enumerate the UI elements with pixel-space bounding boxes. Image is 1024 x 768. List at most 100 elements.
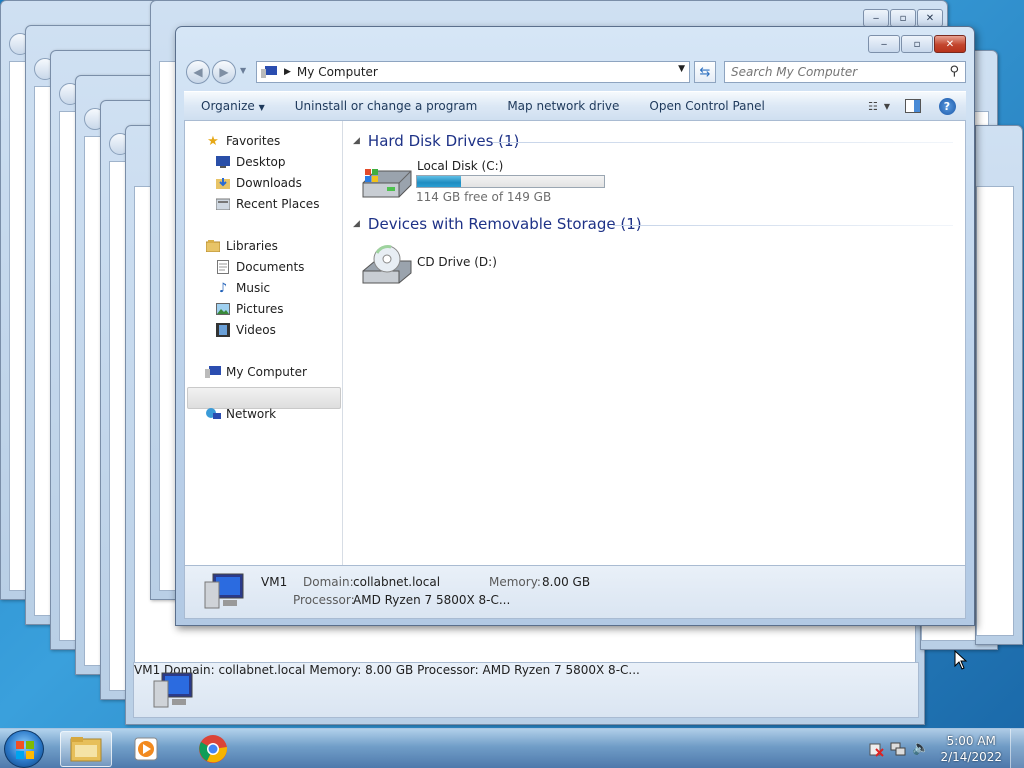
desktop-icon [215,154,231,170]
media-player-icon [134,737,158,761]
forward-button[interactable]: ▶ [212,60,236,84]
bg-close-button[interactable]: ✕ [917,9,943,27]
memory-value: 8.00 GB [542,575,591,589]
search-input[interactable] [725,62,935,82]
downloads-folder-icon [215,175,231,191]
help-icon: ? [938,97,956,115]
disk-usage-bar [416,175,605,188]
videos-icon [215,322,231,338]
nav-item-favorites[interactable]: ★ Favorites [205,133,280,149]
disk-free-space: 114 GB free of 149 GB [416,190,552,204]
cd-drive-name: CD Drive (D:) [417,255,497,269]
uninstall-program-button[interactable]: Uninstall or change a program [280,99,493,113]
close-button[interactable]: ✕ [934,35,966,53]
show-desktop-button[interactable] [1010,729,1024,768]
system-tray: 🔈 5:00 AM 2/14/2022 [854,729,1024,768]
navigation-pane: ★ Favorites Desktop Downloads Recent Plac… [185,121,343,565]
collapse-triangle-icon[interactable]: ◢ [353,219,360,229]
clock-date: 2/14/2022 [940,750,1002,764]
processor-label: Processor: [417,663,479,677]
background-details-pane: VM1 Domain: collabnet.local Memory: 8.00… [133,662,919,718]
libraries-icon [205,238,221,254]
recent-places-icon [215,196,231,212]
hard-disk-drives-header[interactable]: ◢ Hard Disk Drives (1) [353,132,519,150]
action-center-icon[interactable] [868,741,884,757]
star-icon: ★ [207,133,219,149]
maximize-button[interactable]: ▫ [901,35,933,53]
mouse-cursor-icon [954,650,968,670]
back-button[interactable]: ◀ [186,60,210,84]
hard-disk-icon [362,169,412,198]
minimize-button[interactable]: ‒ [868,35,900,53]
address-bar[interactable]: ▶ My Computer ▼ [256,61,690,83]
collapse-triangle-icon[interactable]: ◢ [353,136,360,146]
taskbar-chrome-button[interactable] [187,731,239,767]
command-bar: Organize ▼ Uninstall or change a program… [184,91,966,121]
documents-icon [215,259,231,275]
section-divider [613,225,953,226]
computer-name: VM1 [261,575,288,589]
nav-item-libraries[interactable]: Libraries [205,238,278,254]
disk-usage-fill [417,176,461,187]
nav-item-network[interactable]: Network [205,406,276,422]
nav-item-music[interactable]: ♪ Music [215,280,270,296]
search-box[interactable]: ⚲ [724,61,966,83]
caption-buttons: ‒ ▫ ✕ [867,35,966,53]
windows-logo-icon [16,741,34,759]
clock[interactable]: 5:00 AM 2/14/2022 [940,733,1002,765]
pictures-icon [215,301,231,317]
taskbar-explorer-button[interactable] [60,731,112,767]
volume-icon[interactable]: 🔈 [912,740,929,756]
preview-pane-icon[interactable] [902,96,924,116]
nav-item-videos[interactable]: Videos [215,322,276,338]
memory-label: Memory: [309,663,362,677]
memory-label: Memory: [489,575,541,589]
organize-button[interactable]: Organize ▼ [184,99,280,113]
help-button[interactable]: ? [936,96,958,116]
processor-value: AMD Ryzen 7 5800X 8-C... [482,663,640,677]
map-network-drive-button[interactable]: Map network drive [492,99,634,113]
bg-maximize-button[interactable]: ▫ [890,9,916,27]
details-pane: VM1 Domain: collabnet.local Memory: 8.00… [184,565,966,619]
background-window-9[interactable] [975,125,1023,645]
taskbar: 🔈 5:00 AM 2/14/2022 [0,728,1024,768]
processor-value: AMD Ryzen 7 5800X 8-C... [353,593,511,607]
change-view-icon[interactable]: ☷ ▼ [868,96,890,116]
nav-item-pictures[interactable]: Pictures [215,301,284,317]
explorer-window[interactable]: ‒ ▫ ✕ ◀ ▶ ▼ ▶ My Computer ▼ ⇆ ⚲ Organize… [175,26,975,626]
nav-item-desktop[interactable]: Desktop [215,154,286,170]
breadcrumb-my-computer[interactable]: My Computer [297,65,378,79]
content-pane: ◢ Hard Disk Drives (1) Local Disk (C:) 11… [343,121,965,565]
computer-icon [205,364,221,380]
explorer-body: ★ Favorites Desktop Downloads Recent Plac… [184,121,966,565]
removable-storage-header[interactable]: ◢ Devices with Removable Storage (1) [353,215,642,233]
nav-item-downloads[interactable]: Downloads [215,175,302,191]
nav-item-recent-places[interactable]: Recent Places [215,196,319,212]
folder-icon [70,737,102,762]
breadcrumb-arrow-icon[interactable]: ▶ [284,67,291,77]
recent-pages-icon[interactable]: ▼ [240,66,246,75]
memory-value: 8.00 GB [365,663,414,677]
address-row: ◀ ▶ ▼ ▶ My Computer ▼ ⇆ ⚲ [184,59,966,85]
nav-item-documents[interactable]: Documents [215,259,304,275]
domain-value: collabnet.local [218,663,306,677]
computer-icon [261,66,277,78]
bg-minimize-button[interactable]: ‒ [863,9,889,27]
cd-drive-icon [362,245,412,284]
chrome-icon [199,735,228,763]
search-icon[interactable]: ⚲ [949,64,959,79]
address-dropdown-icon[interactable]: ▼ [678,64,685,74]
computer-icon [153,672,193,708]
local-disk-name: Local Disk (C:) [417,159,504,173]
domain-label: Domain: [303,575,354,589]
start-button[interactable] [4,730,44,768]
network-icon [205,406,221,422]
clock-time: 5:00 AM [946,734,996,748]
refresh-button[interactable]: ⇆ [694,61,716,83]
section-divider [493,142,953,143]
taskbar-media-player-button[interactable] [120,731,172,767]
open-control-panel-button[interactable]: Open Control Panel [634,99,779,113]
nav-item-my-computer[interactable]: My Computer [205,364,307,380]
domain-value: collabnet.local [353,575,441,589]
network-tray-icon[interactable] [890,741,906,757]
